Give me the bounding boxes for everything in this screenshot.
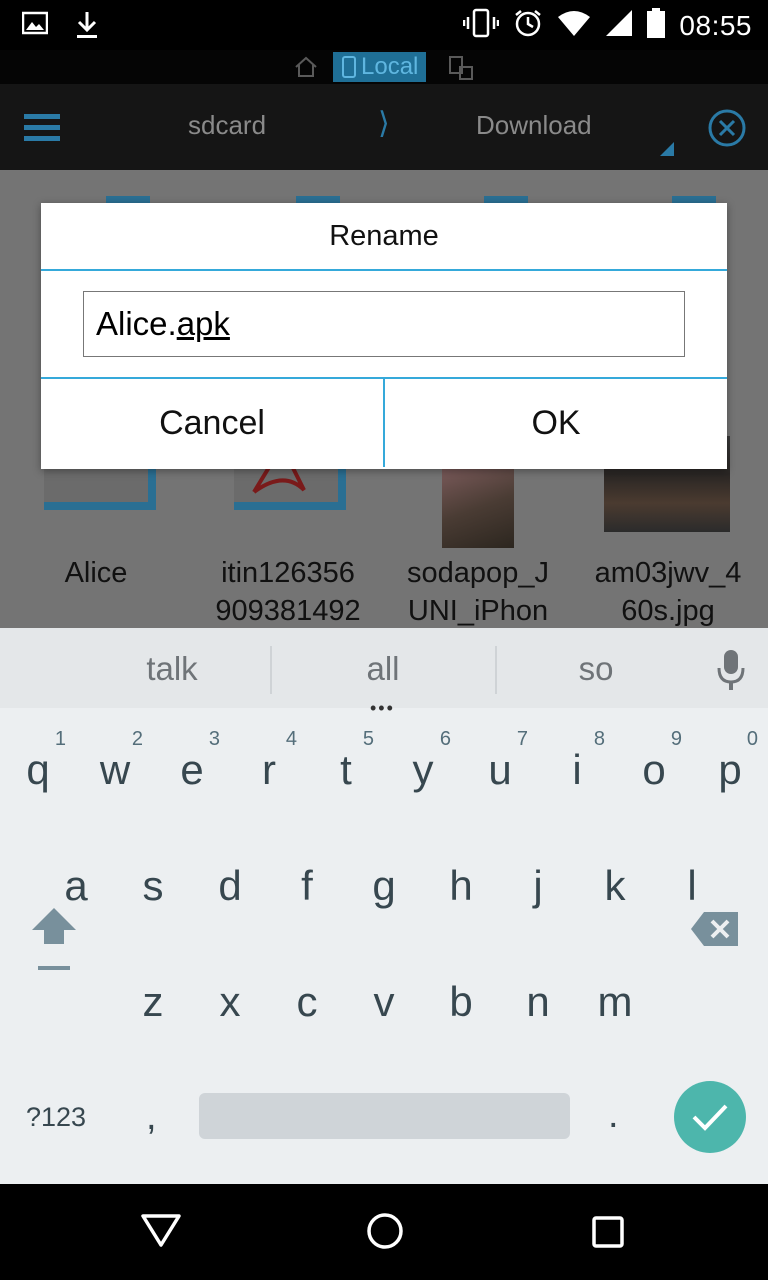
file-name: Alice	[64, 557, 128, 589]
microphone-icon[interactable]	[716, 648, 746, 697]
file-name-line1: am03jwv_4	[594, 557, 742, 589]
path-bar: sdcard ⟩ Download	[0, 84, 768, 170]
key-y[interactable]: 6y	[385, 718, 461, 828]
key-s[interactable]: s	[115, 834, 191, 944]
soft-keyboard: talk all ••• so 1q 2w 3e 4r 5t 6y 7u 8i …	[0, 628, 768, 1184]
rename-dialog: Rename Alice. apk Cancel OK	[41, 203, 727, 469]
backspace-icon[interactable]	[690, 910, 740, 953]
key-e[interactable]: 3e	[154, 718, 230, 828]
file-name-line2: 60s.jpg	[621, 595, 715, 627]
suggestion-3[interactable]: so	[516, 650, 676, 688]
key-row-2: a s d f g h j k l	[0, 834, 768, 944]
suggestion-strip: talk all ••• so	[0, 628, 768, 718]
cancel-button[interactable]: Cancel	[41, 379, 383, 467]
tab-local-label: Local	[361, 53, 419, 80]
divider	[270, 646, 272, 694]
key-m[interactable]: m	[577, 950, 653, 1060]
key-n[interactable]: n	[500, 950, 576, 1060]
key-p[interactable]: 0p	[692, 718, 768, 828]
key-q[interactable]: 1q	[0, 718, 76, 828]
ok-button[interactable]: OK	[383, 379, 727, 467]
key-row-1: 1q 2w 3e 4r 5t 6y 7u 8i 9o 0p	[0, 718, 768, 828]
breadcrumb-sdcard[interactable]: sdcard	[188, 110, 266, 141]
dialog-buttons: Cancel OK	[41, 379, 727, 467]
recent-apps-icon[interactable]	[592, 1216, 624, 1253]
file-name-line2: 909381492	[215, 595, 361, 627]
key-v[interactable]: v	[346, 950, 422, 1060]
breadcrumb-download[interactable]: Download	[476, 110, 592, 141]
key-row-3: z x c v b n m	[0, 950, 768, 1060]
dialog-body: Alice. apk	[41, 271, 727, 379]
navigation-bar	[0, 1184, 768, 1280]
key-x[interactable]: x	[192, 950, 268, 1060]
battery-icon	[647, 8, 666, 43]
dropdown-indicator-icon[interactable]	[660, 142, 674, 156]
more-suggestions-icon: •••	[370, 698, 395, 718]
key-i[interactable]: 8i	[539, 718, 615, 828]
network-icon[interactable]	[448, 55, 474, 86]
key-h[interactable]: h	[423, 834, 499, 944]
key-g[interactable]: g	[346, 834, 422, 944]
wifi-icon	[557, 9, 591, 42]
image-thumbnail	[442, 468, 514, 548]
key-k[interactable]: k	[577, 834, 653, 944]
filename-input-prefix: Alice.	[96, 305, 177, 342]
suggestion-1[interactable]: talk	[92, 650, 252, 688]
file-name-line1: sodapop_J	[407, 557, 549, 589]
signal-icon	[605, 9, 633, 42]
key-u[interactable]: 7u	[462, 718, 538, 828]
space-bar[interactable]	[199, 1093, 570, 1139]
menu-icon[interactable]	[24, 112, 60, 147]
comma-key[interactable]: ,	[146, 1096, 157, 1139]
key-j[interactable]: j	[500, 834, 576, 944]
alarm-icon	[513, 8, 543, 43]
status-bar: 08:55	[0, 0, 768, 50]
key-b[interactable]: b	[423, 950, 499, 1060]
close-icon[interactable]	[707, 108, 747, 153]
dialog-title: Rename	[41, 203, 727, 271]
key-r[interactable]: 4r	[231, 718, 307, 828]
filename-input[interactable]: Alice. apk	[83, 291, 685, 357]
back-icon[interactable]	[140, 1212, 182, 1253]
key-t[interactable]: 5t	[308, 718, 384, 828]
key-c[interactable]: c	[269, 950, 345, 1060]
image-icon	[21, 10, 49, 45]
key-w[interactable]: 2w	[77, 718, 153, 828]
tab-local[interactable]: Local	[333, 52, 427, 82]
symbols-key[interactable]: ?123	[26, 1102, 86, 1133]
mode-bar: Local	[0, 50, 768, 84]
period-key[interactable]: .	[608, 1094, 619, 1137]
clock: 08:55	[679, 9, 752, 41]
app-header: Local sdcard ⟩ Download	[0, 50, 768, 170]
phone-icon	[342, 56, 356, 78]
check-icon	[692, 1104, 728, 1131]
enter-key[interactable]	[674, 1081, 746, 1153]
key-z[interactable]: z	[115, 950, 191, 1060]
home-icon[interactable]	[294, 56, 318, 83]
file-name-line1: itin126356	[221, 557, 355, 589]
filename-input-composing: apk	[176, 305, 230, 342]
download-icon	[74, 10, 100, 45]
divider	[495, 646, 497, 694]
vibrate-icon	[463, 8, 500, 43]
home-circle-icon[interactable]	[366, 1212, 404, 1255]
key-o[interactable]: 9o	[616, 718, 692, 828]
suggestion-2[interactable]: all	[303, 650, 463, 688]
file-name-line2: UNI_iPhon	[407, 595, 549, 627]
chevron-right-icon: ⟩	[378, 107, 390, 140]
key-d[interactable]: d	[192, 834, 268, 944]
key-f[interactable]: f	[269, 834, 345, 944]
